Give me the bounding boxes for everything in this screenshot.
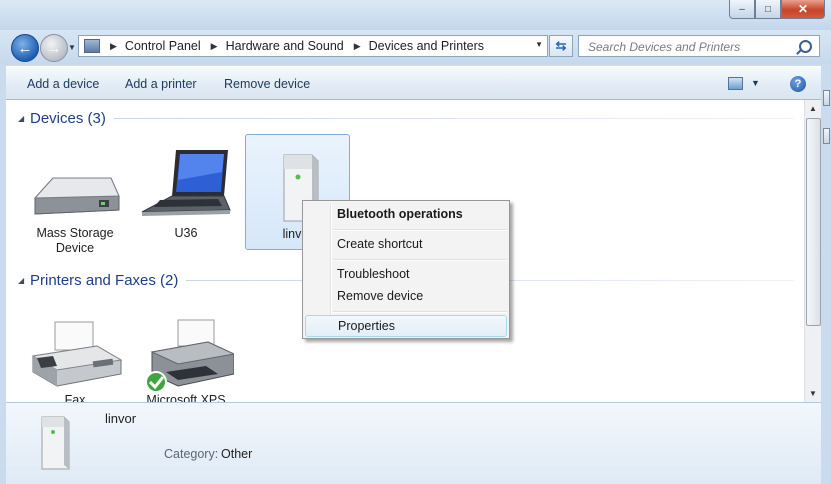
search-input[interactable] (586, 37, 796, 57)
minimize-button[interactable]: – (729, 0, 755, 19)
printer-microsoft-xps[interactable]: Microsoft XPS (136, 316, 236, 402)
device-label-line2: Device (55, 241, 95, 255)
menu-item-remove-device[interactable]: Remove device (305, 285, 507, 307)
menu-item-label: Create shortcut (337, 237, 423, 251)
breadcrumb-devices-and-printers[interactable]: Devices and Printers (369, 39, 484, 53)
printers-group-title: Printers and Faxes (2) (30, 272, 179, 289)
control-panel-icon (84, 39, 100, 53)
laptop-icon (141, 150, 231, 216)
drive-icon (33, 177, 120, 215)
frame-scroll-nub (823, 90, 830, 106)
menu-item-create-shortcut[interactable]: Create shortcut (305, 233, 507, 255)
remove-device-button[interactable]: Remove device (224, 77, 310, 91)
device-mass-storage[interactable]: Mass Storage Device (25, 136, 125, 256)
collapse-arrow-icon[interactable]: ◢ (18, 114, 30, 123)
scroll-up-arrow-icon[interactable]: ▲ (805, 100, 821, 117)
context-menu: Bluetooth operations Create shortcut Tro… (302, 200, 510, 339)
details-category-value: Other (221, 447, 253, 461)
breadcrumb-hardware-and-sound[interactable]: Hardware and Sound (226, 39, 344, 53)
menu-item-troubleshoot[interactable]: Troubleshoot (305, 263, 507, 285)
menu-item-properties[interactable]: Properties (305, 315, 507, 337)
printer-label: Fax (64, 393, 86, 402)
recent-pages-dropdown[interactable]: ▼ (68, 43, 76, 52)
back-button[interactable]: ← (11, 34, 39, 62)
menu-item-bluetooth-operations[interactable]: Bluetooth operations (305, 203, 507, 225)
frame-scroll-nub (823, 128, 830, 144)
window-frame-edge (821, 66, 831, 484)
chevron-right-icon[interactable]: ▶ (354, 41, 361, 52)
details-device-name: linvor (105, 411, 137, 426)
collapse-arrow-icon[interactable]: ◢ (18, 276, 30, 285)
add-printer-button[interactable]: Add a printer (125, 77, 197, 91)
vertical-scrollbar[interactable]: ▲ ▼ (804, 100, 821, 402)
search-icon[interactable] (799, 40, 812, 53)
menu-item-label: Remove device (337, 289, 424, 303)
scroll-down-arrow-icon[interactable]: ▼ (805, 385, 821, 402)
details-pane: linvor Category: Other (6, 402, 821, 484)
view-options-dropdown[interactable]: ▼ (751, 78, 760, 88)
printer-label: Microsoft XPS (146, 393, 226, 402)
details-category-label: Category: (164, 447, 219, 461)
printer-icon (145, 319, 234, 393)
device-label: Mass Storage (36, 226, 114, 240)
chevron-down-icon[interactable]: ▼ (535, 40, 543, 49)
window-controls: – □ ✕ (729, 0, 825, 19)
add-device-button[interactable]: Add a device (27, 77, 99, 91)
device-label: U36 (174, 226, 198, 240)
command-bar: Add a device Add a printer Remove device… (6, 66, 821, 100)
address-bar[interactable]: ▶ Control Panel ▶ Hardware and Sound ▶ D… (78, 35, 548, 57)
device-u36-laptop[interactable]: U36 (136, 136, 236, 241)
breadcrumb-control-panel[interactable]: Control Panel (125, 39, 201, 53)
divider (113, 118, 794, 119)
search-box[interactable] (578, 35, 820, 57)
menu-separator (333, 311, 507, 313)
menu-item-label: Troubleshoot (337, 267, 410, 281)
chevron-right-icon[interactable]: ▶ (110, 41, 117, 52)
menu-item-label: Properties (338, 319, 395, 333)
menu-separator (333, 229, 507, 231)
forward-button[interactable]: → (40, 34, 68, 62)
printer-fax[interactable]: Fax (25, 316, 125, 402)
help-icon[interactable]: ? (790, 76, 806, 92)
refresh-button[interactable]: ⇆ (549, 35, 573, 57)
devices-group-title: Devices (3) (30, 110, 106, 127)
fax-icon (31, 321, 123, 387)
maximize-button[interactable]: □ (755, 0, 781, 19)
devices-group-header[interactable]: ◢ Devices (3) (18, 110, 794, 127)
bluetooth-device-icon (41, 416, 70, 470)
menu-separator (333, 259, 507, 261)
menu-item-label: Bluetooth operations (337, 207, 463, 221)
title-bar: – □ ✕ (0, 0, 831, 30)
scrollbar-thumb[interactable] (806, 118, 821, 326)
close-button[interactable]: ✕ (781, 0, 825, 19)
change-view-icon[interactable] (728, 77, 743, 90)
chevron-right-icon[interactable]: ▶ (211, 41, 218, 52)
